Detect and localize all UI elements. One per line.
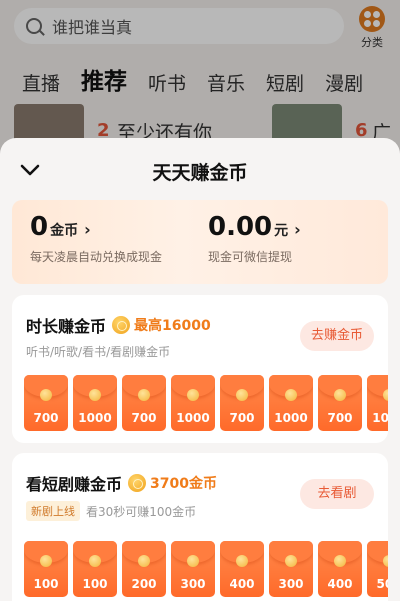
red-envelope[interactable]: 200 (122, 541, 166, 597)
task-subtitle-text: 听书/听歌/看书/看剧赚金币 (26, 345, 171, 359)
task-amount: 3700金币 (150, 476, 217, 492)
red-envelope[interactable]: 100 (24, 541, 68, 597)
task-card-duration: 时长赚金币 最高16000 听书/听歌/看书/看剧赚金币 去赚金币 700 10… (12, 295, 388, 443)
cash-balance[interactable]: 0.00 元 › 现金可微信提现 (208, 212, 301, 265)
red-envelope[interactable]: 700 (220, 375, 264, 431)
wallet-summary: 0 金币 › 每天凌晨自动兑换成现金 0.00 元 › 现金可微信提现 (12, 200, 388, 284)
task-name: 时长赚金币 (26, 317, 107, 336)
coins-value: 0 (30, 212, 49, 242)
task-subtitle-text: 看30秒可赚100金币 (86, 504, 197, 519)
chevron-right-icon: › (84, 220, 91, 239)
chevron-right-icon: › (294, 220, 301, 239)
task-subtitle: 新剧上线 看30秒可赚100金币 (26, 501, 196, 521)
coins-balance[interactable]: 0 金币 › 每天凌晨自动兑换成现金 (30, 212, 162, 265)
reward-envelopes: 100 100 200 300 400 300 400 500 (24, 541, 388, 597)
red-envelope[interactable]: 300 (269, 541, 313, 597)
coins-note: 每天凌晨自动兑换成现金 (30, 250, 163, 264)
task-card-short-drama: 看短剧赚金币 3700金币 新剧上线 看30秒可赚100金币 去看剧 100 1… (12, 453, 388, 601)
red-envelope[interactable]: 700 (24, 375, 68, 431)
task-amount: 最高16000 (134, 318, 211, 334)
watch-drama-button[interactable]: 去看剧 (300, 479, 374, 509)
sheet-title: 天天赚金币 (152, 162, 248, 184)
modal-overlay[interactable] (0, 0, 400, 160)
task-header: 看短剧赚金币 3700金币 (26, 471, 217, 495)
reward-envelopes: 700 1000 700 1000 700 1000 700 1000 (24, 375, 388, 431)
cash-unit: 元 (274, 223, 289, 239)
red-envelope[interactable]: 300 (171, 541, 215, 597)
earn-coins-sheet: 天天赚金币 0 金币 › 每天凌晨自动兑换成现金 0.00 元 › 现金可微信提现 时长… (0, 138, 400, 601)
red-envelope[interactable]: 400 (318, 541, 362, 597)
red-envelope[interactable]: 500 (367, 541, 388, 597)
red-envelope[interactable]: 1000 (171, 375, 215, 431)
red-envelope[interactable]: 1000 (367, 375, 388, 431)
task-header: 时长赚金币 最高16000 (26, 313, 211, 337)
earn-coins-button[interactable]: 去赚金币 (300, 321, 374, 351)
red-envelope[interactable]: 100 (73, 541, 117, 597)
coin-icon (112, 316, 131, 334)
red-envelope[interactable]: 700 (122, 375, 166, 431)
red-envelope[interactable]: 1000 (73, 375, 117, 431)
task-name: 看短剧赚金币 (26, 475, 123, 494)
task-subtitle: 听书/听歌/看书/看剧赚金币 (26, 343, 170, 360)
coin-icon (128, 474, 147, 492)
red-envelope[interactable]: 700 (318, 375, 362, 431)
sheet-header: 天天赚金币 (0, 138, 400, 202)
new-drama-tag: 新剧上线 (26, 501, 80, 521)
red-envelope[interactable]: 400 (220, 541, 264, 597)
coins-unit: 金币 (50, 223, 79, 239)
cash-value: 0.00 (208, 212, 273, 242)
background-app: 谁把谁当真 分类 直播 推荐 听书 音乐 短剧 漫剧 2 至少还有你 6 广 (0, 0, 400, 160)
red-envelope[interactable]: 1000 (269, 375, 313, 431)
cash-note: 现金可微信提现 (208, 250, 293, 264)
